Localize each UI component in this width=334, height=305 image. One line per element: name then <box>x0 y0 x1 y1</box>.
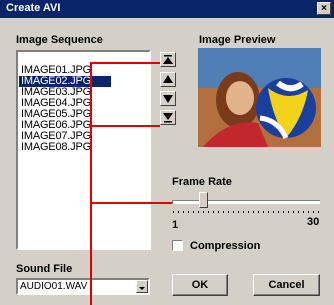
compression-label: Compression <box>190 240 261 252</box>
slider-tick <box>273 211 274 213</box>
up-arrow-icon <box>163 75 173 83</box>
move-to-top-icon <box>163 55 173 64</box>
dropdown-button[interactable] <box>136 280 148 293</box>
slider-tick <box>258 211 259 213</box>
down-arrow-icon <box>163 95 173 103</box>
move-up-button[interactable] <box>160 72 176 87</box>
slider-tick <box>228 211 229 213</box>
chevron-down-icon <box>139 287 145 290</box>
frame-rate-max: 30 <box>307 216 320 228</box>
slider-tick <box>243 211 244 213</box>
callout-line-slider <box>90 202 172 204</box>
image-sequence-label: Image Sequence <box>16 34 103 46</box>
slider-ticks <box>173 211 319 213</box>
compression-checkbox[interactable] <box>172 240 183 251</box>
slider-tick <box>298 211 299 213</box>
ok-button[interactable]: OK <box>172 274 228 296</box>
slider-tick <box>213 211 214 213</box>
list-item[interactable]: IMAGE08.JPG <box>19 142 111 153</box>
frame-rate-min: 1 <box>172 219 179 231</box>
close-icon: × <box>321 3 327 14</box>
preview-photo <box>198 48 321 147</box>
slider-tick <box>283 211 284 213</box>
slider-tick <box>193 211 194 213</box>
image-preview <box>198 48 321 147</box>
slider-tick <box>178 211 179 213</box>
sound-file-dropdown[interactable]: AUDIO01.WAV <box>16 278 150 295</box>
cancel-button[interactable]: Cancel <box>253 274 320 296</box>
slider-tick <box>248 211 249 213</box>
move-down-button[interactable] <box>160 91 176 106</box>
frame-rate-label: Frame Rate <box>172 176 232 188</box>
frame-rate-slider-thumb[interactable] <box>198 192 208 208</box>
slider-tick <box>188 211 189 213</box>
callout-line-top <box>90 62 160 64</box>
slider-tick <box>253 211 254 213</box>
frame-rate-slider-track[interactable] <box>172 200 320 204</box>
sound-file-label: Sound File <box>16 263 73 275</box>
slider-tick <box>223 211 224 213</box>
slider-tick <box>238 211 239 213</box>
slider-tick <box>318 211 319 213</box>
image-sequence-list[interactable]: IMAGE01.JPG IMAGE02.JPG IMAGE03.JPG IMAG… <box>16 50 151 250</box>
slider-tick <box>278 211 279 213</box>
slider-tick <box>313 211 314 213</box>
close-button[interactable]: × <box>317 2 331 15</box>
callout-line-vertical <box>90 62 92 305</box>
window-title: Create AVI <box>6 2 61 14</box>
image-preview-label: Image Preview <box>199 34 276 46</box>
slider-tick <box>263 211 264 213</box>
slider-tick <box>303 211 304 213</box>
slider-tick <box>288 211 289 213</box>
slider-tick <box>308 211 309 213</box>
slider-tick <box>208 211 209 213</box>
slider-tick <box>198 211 199 213</box>
slider-tick <box>173 211 174 213</box>
slider-tick <box>268 211 269 213</box>
slider-tick <box>203 211 204 213</box>
callout-line-middle <box>90 125 160 127</box>
slider-tick <box>218 211 219 213</box>
move-to-top-button[interactable] <box>160 52 176 67</box>
slider-tick <box>293 211 294 213</box>
slider-tick <box>183 211 184 213</box>
sound-file-value: AUDIO01.WAV <box>20 281 88 292</box>
move-to-bottom-icon <box>163 113 173 123</box>
move-to-bottom-button[interactable] <box>160 110 176 125</box>
slider-tick <box>233 211 234 213</box>
